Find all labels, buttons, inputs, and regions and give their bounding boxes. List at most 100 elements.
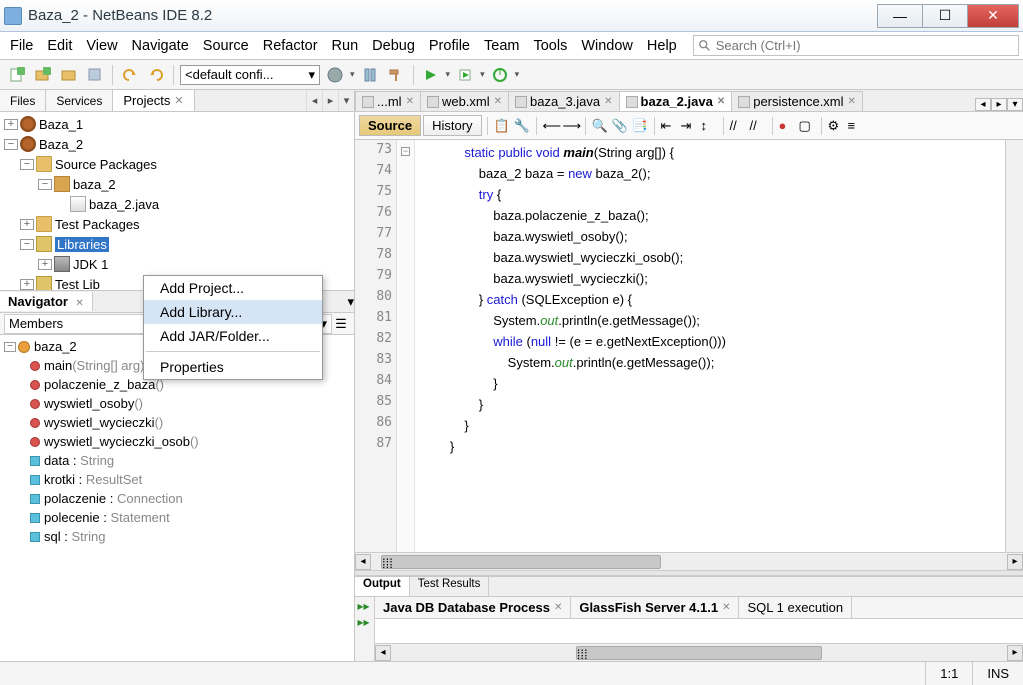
vertical-scrollbar[interactable] [1005, 140, 1023, 552]
expand-icon[interactable]: + [38, 259, 52, 270]
tree-node-src[interactable]: −Source Packages [0, 154, 354, 174]
editor-tab[interactable]: baza_2.java✕ [619, 91, 733, 111]
tab-list-button[interactable]: ▾ [1007, 98, 1023, 111]
chevron-down-icon[interactable]: ▾ [446, 69, 451, 80]
fold-gutter[interactable]: − [397, 140, 415, 552]
code-content[interactable]: static public void main(String arg[]) { … [415, 140, 1005, 552]
menu-add-library[interactable]: Add Library... [144, 300, 322, 324]
toolbar-icon[interactable]: 🔧 [513, 117, 531, 135]
output-text[interactable] [375, 619, 1023, 643]
collapse-icon[interactable]: − [20, 159, 34, 170]
minimize-button[interactable]: — [877, 4, 923, 28]
tab-files[interactable]: Files [0, 90, 46, 111]
project-tree[interactable]: +Baza_1 −Baza_2 −Source Packages −baza_2… [0, 112, 354, 290]
maximize-button[interactable]: ☐ [922, 4, 968, 28]
tree-node-libraries[interactable]: −Libraries [0, 234, 354, 254]
tab-projects[interactable]: Projects✕ [113, 90, 194, 111]
save-all-button[interactable] [84, 64, 106, 86]
output-horizontal-scrollbar[interactable]: ◂ ⁞⁞⁞ ▸ [375, 643, 1023, 661]
menu-file[interactable]: File [4, 35, 39, 57]
navigator-tree[interactable]: −baza_2 main(String[] arg)polaczenie_z_b… [0, 335, 354, 661]
profile-button[interactable] [489, 64, 511, 86]
expand-icon[interactable]: + [20, 279, 34, 290]
editor-tab[interactable]: baza_3.java✕ [508, 91, 620, 111]
tab-navigator[interactable]: Navigator ✕ [0, 292, 93, 311]
quick-search[interactable] [693, 35, 1019, 56]
build-button[interactable] [324, 64, 346, 86]
uncomment-icon[interactable]: // [749, 117, 767, 135]
debug-button[interactable] [454, 64, 476, 86]
collapse-icon[interactable]: − [4, 139, 18, 150]
chevron-down-icon[interactable]: ▾ [515, 69, 520, 80]
menu-debug[interactable]: Debug [366, 35, 421, 57]
toolbar-icon[interactable]: ▢ [798, 117, 816, 135]
breakpoint-icon[interactable]: ● [778, 117, 796, 135]
toolbar-icon[interactable]: 📋 [493, 117, 511, 135]
filter-icon[interactable]: ☰ [332, 316, 350, 332]
scroll-right-icon[interactable]: ▸ [1007, 554, 1023, 570]
close-icon[interactable]: ✕ [848, 96, 856, 107]
scroll-thumb[interactable]: ⁞⁞⁞ [576, 646, 822, 660]
toolbar-icon[interactable]: ↕ [700, 117, 718, 135]
menu-add-jar[interactable]: Add JAR/Folder... [144, 324, 322, 348]
tab-services[interactable]: Services [46, 90, 113, 111]
menu-navigate[interactable]: Navigate [126, 35, 195, 57]
code-editor[interactable]: 737475767778798081828384858687 − static … [355, 140, 1023, 552]
menu-run[interactable]: Run [326, 35, 365, 57]
close-icon[interactable]: ✕ [75, 298, 83, 309]
new-file-button[interactable] [6, 64, 28, 86]
nav-field[interactable]: sql : String [0, 527, 354, 546]
menu-properties[interactable]: Properties [144, 355, 322, 379]
redo-button[interactable] [145, 64, 167, 86]
nav-back-icon[interactable]: ⟵ [542, 117, 560, 135]
clean-build-button[interactable] [359, 64, 381, 86]
scroll-thumb[interactable]: ⁞⁞⁞ [381, 555, 661, 569]
hammer-button[interactable] [385, 64, 407, 86]
close-icon[interactable]: ✕ [174, 94, 183, 107]
toolbar-icon[interactable]: ⚙ [827, 117, 845, 135]
collapse-icon[interactable]: − [38, 179, 52, 190]
close-icon[interactable]: ✕ [717, 96, 725, 107]
menu-source[interactable]: Source [197, 35, 255, 57]
tab-output[interactable]: Output [355, 577, 410, 596]
nav-method[interactable]: wyswietl_wycieczki_osob() [0, 432, 354, 451]
nav-method[interactable]: wyswietl_wycieczki() [0, 413, 354, 432]
nav-fwd-icon[interactable]: ⟶ [562, 117, 580, 135]
tree-node-jdk[interactable]: +JDK 1 [0, 254, 354, 274]
editor-tab[interactable]: ...ml✕ [355, 91, 421, 111]
menu-tools[interactable]: Tools [527, 35, 573, 57]
scroll-track[interactable]: ⁞⁞⁞ [391, 645, 1007, 661]
panel-menu[interactable]: ▾ [338, 90, 354, 111]
chevron-down-icon[interactable]: ▾ [480, 69, 485, 80]
expand-icon[interactable]: + [4, 119, 18, 130]
shift-right-icon[interactable]: ⇥ [680, 117, 698, 135]
scroll-track[interactable]: ⁞⁞⁞ [371, 554, 1007, 570]
tree-node-package[interactable]: −baza_2 [0, 174, 354, 194]
horizontal-scrollbar[interactable]: ◂ ⁞⁞⁞ ▸ [355, 552, 1023, 570]
collapse-icon[interactable]: − [4, 342, 16, 352]
nav-method[interactable]: wyswietl_osoby() [0, 394, 354, 413]
panel-nav-left[interactable]: ◂ [306, 90, 322, 111]
tree-node-baza2[interactable]: −Baza_2 [0, 134, 354, 154]
rerun-icon[interactable]: ▸▸ [358, 615, 372, 629]
nav-field[interactable]: data : String [0, 451, 354, 470]
open-button[interactable] [58, 64, 80, 86]
chevron-down-icon[interactable]: ▾ [350, 69, 355, 80]
scroll-right-button[interactable]: ▸ [991, 98, 1007, 111]
menu-view[interactable]: View [80, 35, 123, 57]
subtab-sql[interactable]: SQL 1 execution [739, 597, 852, 618]
panel-nav-right[interactable]: ▸ [322, 90, 338, 111]
history-view-button[interactable]: History [423, 115, 481, 136]
close-button[interactable]: ✕ [967, 4, 1019, 28]
expand-icon[interactable]: + [20, 219, 34, 230]
collapse-icon[interactable]: − [20, 239, 34, 250]
comment-icon[interactable]: // [729, 117, 747, 135]
subtab-glassfish[interactable]: GlassFish Server 4.1.1✕ [571, 597, 739, 618]
config-dropdown[interactable]: <default confi...▾ [180, 65, 320, 85]
menu-edit[interactable]: Edit [41, 35, 78, 57]
tree-node-test[interactable]: +Test Packages [0, 214, 354, 234]
tree-node-file[interactable]: baza_2.java [0, 194, 354, 214]
scroll-left-button[interactable]: ◂ [975, 98, 991, 111]
source-view-button[interactable]: Source [359, 115, 421, 136]
new-project-button[interactable] [32, 64, 54, 86]
